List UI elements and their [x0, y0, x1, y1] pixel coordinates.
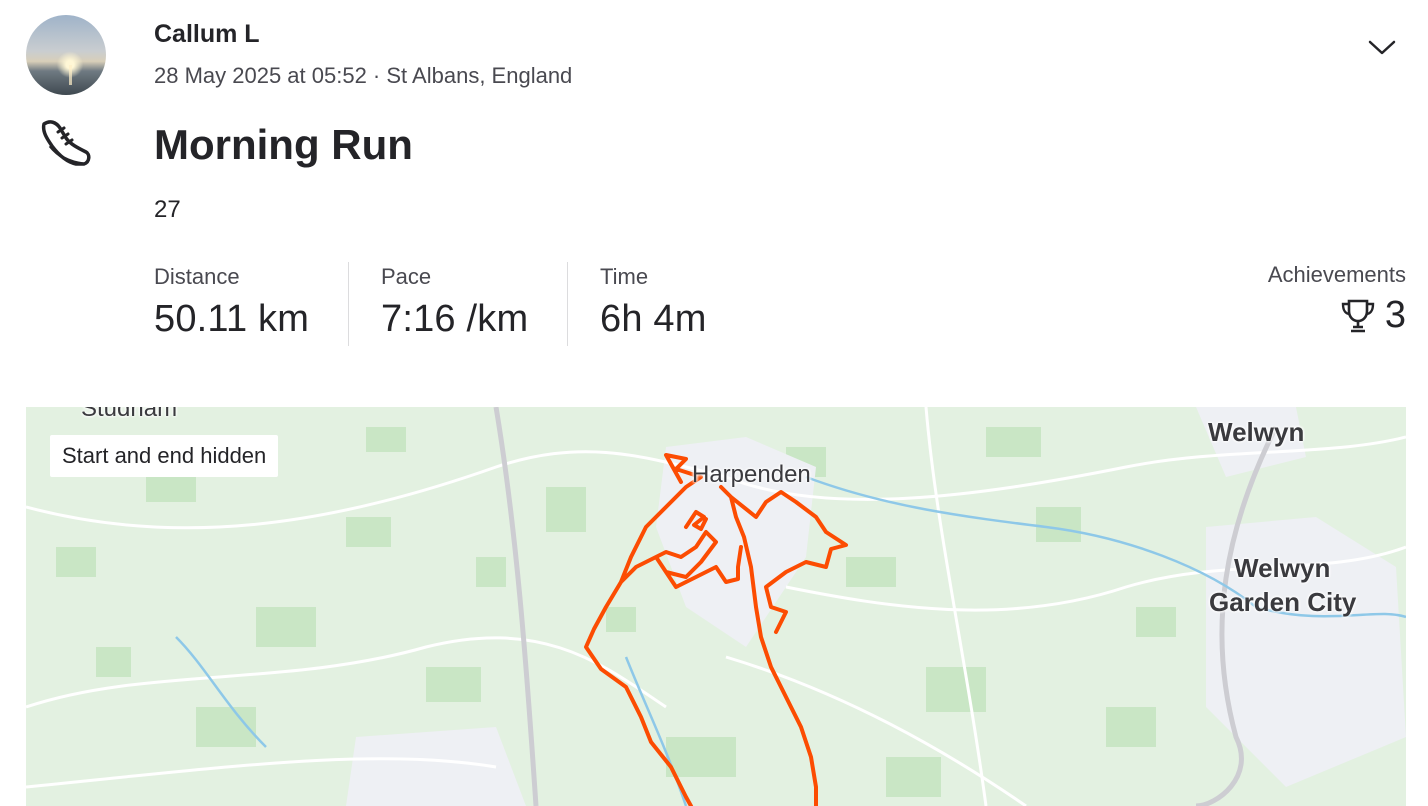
- stat-distance-value: 50.11 km: [154, 298, 310, 340]
- athlete-name[interactable]: Callum L: [154, 20, 260, 49]
- map-label-welwyn: Welwyn: [1208, 417, 1305, 447]
- running-shoe-icon: [41, 120, 91, 166]
- map-label-welwyn-gc-line2: Garden City: [1209, 587, 1357, 617]
- activity-description: 27: [154, 196, 181, 223]
- achievements-count: 3: [1384, 294, 1406, 336]
- stat-distance: Distance 50.11 km: [154, 262, 309, 346]
- map-label-harpenden: Harpenden: [692, 461, 811, 488]
- stat-pace-label: Pace: [381, 264, 432, 289]
- avatar-photo-detail: [69, 65, 72, 85]
- achievements-count-button[interactable]: 3: [1268, 294, 1406, 337]
- activity-date-location: 28 May 2025 at 05:52 · St Albans, Englan…: [154, 63, 573, 88]
- stat-time-label: Time: [600, 264, 649, 289]
- achievements: Achievements 3: [1268, 262, 1406, 337]
- map-label-studham: Studham: [81, 407, 178, 422]
- map-label-welwyn-gc-line1: Welwyn: [1234, 553, 1331, 583]
- stat-pace: Pace 7:16 /km: [348, 262, 528, 346]
- stat-time-value: 6h 4m: [600, 298, 707, 340]
- stat-pace-value: 7:16 /km: [381, 298, 529, 340]
- chevron-down-icon[interactable]: [1362, 30, 1402, 64]
- achievements-label: Achievements: [1267, 262, 1406, 287]
- trophy-icon: [1341, 299, 1375, 332]
- stat-distance-label: Distance: [154, 264, 240, 289]
- activity-title[interactable]: Morning Run: [154, 121, 413, 169]
- start-end-hidden-badge: Start and end hidden: [50, 435, 279, 477]
- stat-time: Time 6h 4m: [567, 262, 707, 346]
- athlete-avatar[interactable]: [26, 15, 106, 95]
- route-map[interactable]: Start and end hidden Studham Harpenden W…: [26, 407, 1406, 806]
